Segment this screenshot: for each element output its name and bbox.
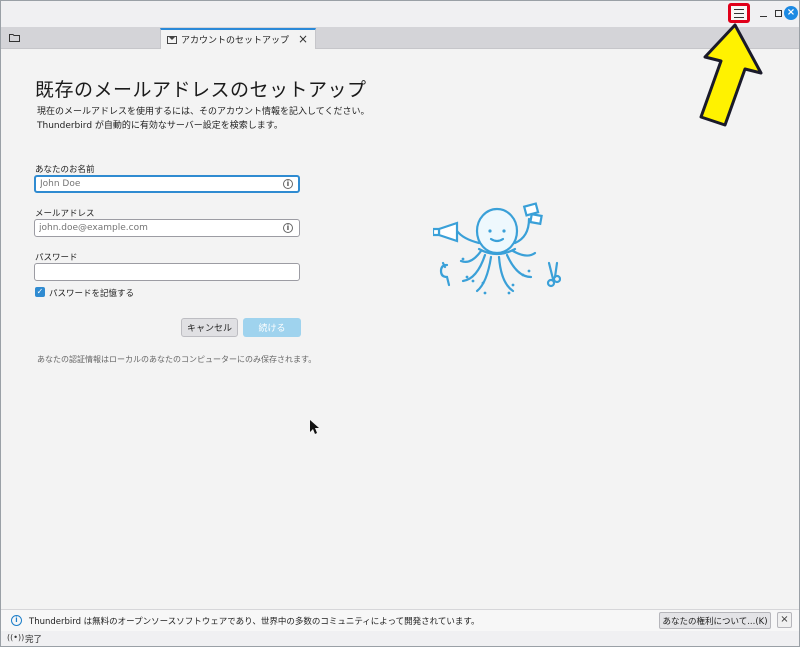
name-label: あなたのお名前 bbox=[35, 165, 95, 175]
name-input[interactable] bbox=[34, 175, 300, 193]
window-close-button[interactable]: × bbox=[782, 4, 800, 22]
password-label: パスワード bbox=[35, 253, 78, 263]
know-your-rights-button[interactable]: あなたの権利について...(K) bbox=[659, 612, 771, 629]
email-label: メールアドレス bbox=[35, 209, 95, 219]
tab-label: アカウントのセットアップ bbox=[181, 36, 290, 46]
password-input[interactable] bbox=[34, 263, 300, 281]
envelope-icon bbox=[167, 35, 177, 44]
name-info-icon[interactable]: i bbox=[283, 179, 293, 189]
remember-password-label[interactable]: パスワードを記憶する bbox=[49, 287, 134, 299]
status-text: 完了 bbox=[25, 635, 43, 645]
page-description: 現在のメールアドレスを使用するには、そのアカウント情報を記入してください。 Th… bbox=[37, 105, 369, 133]
info-icon: i bbox=[11, 615, 22, 626]
local-storage-note: あなたの認証情報はローカルのあなたのコンピューターにのみ保存されます。 bbox=[37, 355, 317, 364]
notification-bar: i Thunderbird は無料のオープンソースソフトウェアであり、世界中の多… bbox=[1, 609, 799, 631]
status-bar: ((•)) 完了 bbox=[1, 631, 799, 646]
notification-close-button[interactable]: × bbox=[777, 612, 792, 628]
maximize-icon bbox=[774, 9, 782, 17]
remember-password-checkbox[interactable]: ✓ bbox=[35, 287, 45, 297]
notification-text: Thunderbird は無料のオープンソースソフトウェアであり、世界中の多数の… bbox=[29, 617, 480, 627]
cancel-button[interactable]: キャンセル bbox=[181, 318, 238, 337]
continue-button[interactable]: 続ける bbox=[243, 318, 301, 337]
tab-account-setup[interactable]: アカウントのセットアップ × bbox=[160, 28, 316, 49]
description-line-2: Thunderbird が自動的に有効なサーバー設定を検索します。 bbox=[37, 121, 283, 131]
email-input[interactable] bbox=[34, 219, 300, 237]
hamburger-menu-button[interactable] bbox=[728, 3, 750, 23]
minimize-icon bbox=[759, 15, 767, 17]
page-title: 既存のメールアドレスのセットアップ bbox=[35, 79, 367, 101]
close-icon: × bbox=[784, 6, 798, 20]
email-info-icon[interactable]: i bbox=[283, 223, 293, 233]
tab-close-icon[interactable]: × bbox=[298, 32, 308, 46]
description-line-1: 現在のメールアドレスを使用するには、そのアカウント情報を記入してください。 bbox=[37, 107, 370, 117]
connection-icon: ((•)) bbox=[7, 633, 25, 642]
hamburger-menu-icon bbox=[734, 8, 744, 18]
mouse-cursor-icon bbox=[310, 420, 319, 434]
octopus-mascot-illustration bbox=[433, 202, 561, 295]
folder-icon[interactable] bbox=[9, 33, 20, 42]
yellow-pointer-arrow-icon bbox=[699, 23, 763, 127]
